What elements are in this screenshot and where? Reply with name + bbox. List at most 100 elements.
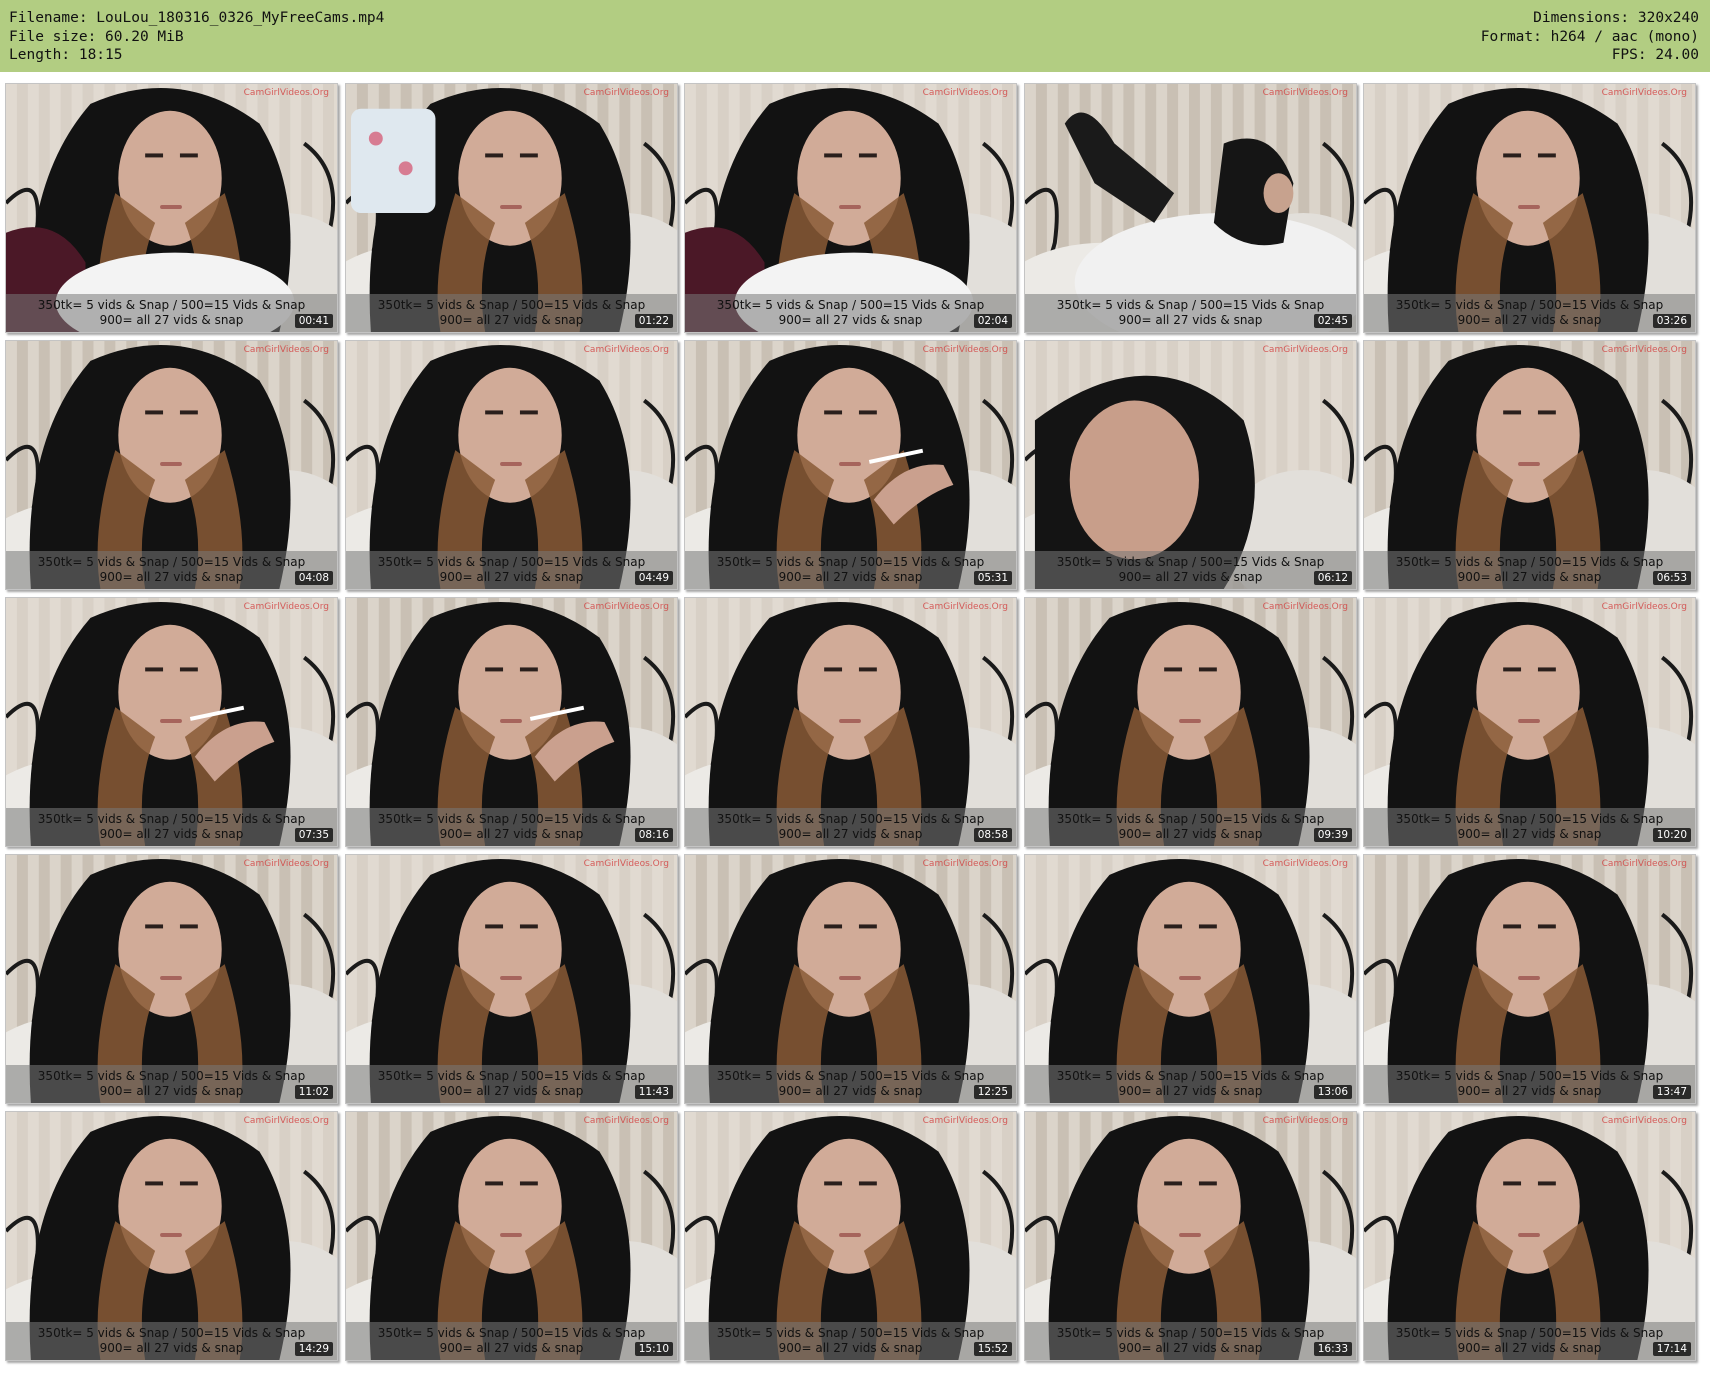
caption-overlay: 350tk= 5 vids & Snap / 500=15 Vids & Sna… <box>346 294 677 332</box>
fps-text: FPS: 24.00 <box>1611 47 1699 63</box>
timestamp-badge: 13:47 <box>1652 1085 1691 1099</box>
watermark-text: CamGirlVideos.Org <box>922 602 1008 612</box>
watermark-text: CamGirlVideos.Org <box>243 602 329 612</box>
caption-overlay: 350tk= 5 vids & Snap / 500=15 Vids & Sna… <box>1025 808 1356 846</box>
timestamp-badge: 11:02 <box>294 1085 333 1099</box>
caption-overlay: 350tk= 5 vids & Snap / 500=15 Vids & Sna… <box>685 1322 1016 1360</box>
thumbnail: CamGirlVideos.Org 350tk= 5 vids & Snap / … <box>1363 597 1696 847</box>
caption-overlay: 350tk= 5 vids & Snap / 500=15 Vids & Sna… <box>6 1065 337 1103</box>
caption-overlay: 350tk= 5 vids & Snap / 500=15 Vids & Sna… <box>6 808 337 846</box>
timestamp-badge: 10:20 <box>1652 828 1691 842</box>
caption-line-1: 350tk= 5 vids & Snap / 500=15 Vids & Sna… <box>37 1326 306 1340</box>
caption-overlay: 350tk= 5 vids & Snap / 500=15 Vids & Sna… <box>685 808 1016 846</box>
watermark-text: CamGirlVideos.Org <box>243 1116 329 1126</box>
thumbnail: CamGirlVideos.Org 350tk= 5 vids & Snap / … <box>684 597 1017 847</box>
thumbnail: CamGirlVideos.Org 350tk= 5 vids & Snap / … <box>5 597 338 847</box>
caption-line-1: 350tk= 5 vids & Snap / 500=15 Vids & Sna… <box>1395 555 1664 569</box>
caption-overlay: 350tk= 5 vids & Snap / 500=15 Vids & Sna… <box>1364 808 1695 846</box>
caption-overlay: 350tk= 5 vids & Snap / 500=15 Vids & Sna… <box>1364 294 1695 332</box>
watermark-text: CamGirlVideos.Org <box>1601 602 1687 612</box>
timestamp-badge: 09:39 <box>1313 828 1352 842</box>
caption-line-1: 350tk= 5 vids & Snap / 500=15 Vids & Sna… <box>37 555 306 569</box>
caption-overlay: 350tk= 5 vids & Snap / 500=15 Vids & Sna… <box>685 551 1016 589</box>
watermark-text: CamGirlVideos.Org <box>243 859 329 869</box>
caption-line-1: 350tk= 5 vids & Snap / 500=15 Vids & Sna… <box>1395 298 1664 312</box>
caption-overlay: 350tk= 5 vids & Snap / 500=15 Vids & Sna… <box>346 1322 677 1360</box>
timestamp-badge: 08:16 <box>634 828 673 842</box>
filesize-text: File size: 60.20 MiB <box>9 28 184 45</box>
watermark-text: CamGirlVideos.Org <box>922 859 1008 869</box>
length-text: Length: 18:15 <box>9 47 123 63</box>
thumbnail: CamGirlVideos.Org 350tk= 5 vids & Snap / … <box>684 83 1017 333</box>
thumbnail: CamGirlVideos.Org 350tk= 5 vids & Snap / … <box>684 340 1017 590</box>
caption-line-1: 350tk= 5 vids & Snap / 500=15 Vids & Sna… <box>1056 298 1325 312</box>
thumbnail: CamGirlVideos.Org 350tk= 5 vids & Snap / … <box>345 854 678 1104</box>
caption-line-1: 350tk= 5 vids & Snap / 500=15 Vids & Sna… <box>377 812 646 826</box>
caption-line-2: 900= all 27 vids & snap <box>1118 313 1263 327</box>
timestamp-badge: 05:31 <box>973 571 1012 585</box>
caption-line-1: 350tk= 5 vids & Snap / 500=15 Vids & Sna… <box>1056 1326 1325 1340</box>
thumbnail: CamGirlVideos.Org 350tk= 5 vids & Snap / … <box>345 83 678 333</box>
watermark-text: CamGirlVideos.Org <box>1601 88 1687 98</box>
watermark-text: CamGirlVideos.Org <box>583 859 669 869</box>
caption-line-2: 900= all 27 vids & snap <box>439 1084 584 1098</box>
caption-line-2: 900= all 27 vids & snap <box>778 570 923 584</box>
watermark-text: CamGirlVideos.Org <box>922 1116 1008 1126</box>
watermark-text: CamGirlVideos.Org <box>1601 1116 1687 1126</box>
thumbnail: CamGirlVideos.Org 350tk= 5 vids & Snap / … <box>1024 597 1357 847</box>
thumbnail: CamGirlVideos.Org 350tk= 5 vids & Snap / … <box>1363 854 1696 1104</box>
caption-overlay: 350tk= 5 vids & Snap / 500=15 Vids & Sna… <box>1025 1322 1356 1360</box>
caption-line-1: 350tk= 5 vids & Snap / 500=15 Vids & Sna… <box>1395 812 1664 826</box>
watermark-text: CamGirlVideos.Org <box>1262 88 1348 98</box>
caption-line-1: 350tk= 5 vids & Snap / 500=15 Vids & Sna… <box>377 298 646 312</box>
caption-overlay: 350tk= 5 vids & Snap / 500=15 Vids & Sna… <box>6 551 337 589</box>
file-info: Filename: LouLou_180316_0326_MyFreeCams.… <box>9 9 384 65</box>
timestamp-badge: 13:06 <box>1313 1085 1352 1099</box>
timestamp-badge: 01:22 <box>634 314 673 328</box>
caption-line-2: 900= all 27 vids & snap <box>778 827 923 841</box>
caption-line-2: 900= all 27 vids & snap <box>1457 827 1602 841</box>
caption-line-2: 900= all 27 vids & snap <box>99 827 244 841</box>
watermark-text: CamGirlVideos.Org <box>243 345 329 355</box>
media-info: Dimensions: 320x240 Format: h264 / aac (… <box>1481 9 1699 65</box>
thumbnail: CamGirlVideos.Org 350tk= 5 vids & Snap / … <box>684 1111 1017 1361</box>
caption-line-1: 350tk= 5 vids & Snap / 500=15 Vids & Sna… <box>716 812 985 826</box>
caption-overlay: 350tk= 5 vids & Snap / 500=15 Vids & Sna… <box>1025 1065 1356 1103</box>
timestamp-badge: 06:53 <box>1652 571 1691 585</box>
caption-line-2: 900= all 27 vids & snap <box>439 313 584 327</box>
caption-line-1: 350tk= 5 vids & Snap / 500=15 Vids & Sna… <box>37 298 306 312</box>
caption-overlay: 350tk= 5 vids & Snap / 500=15 Vids & Sna… <box>6 1322 337 1360</box>
thumbnail: CamGirlVideos.Org 350tk= 5 vids & Snap / … <box>684 854 1017 1104</box>
caption-line-1: 350tk= 5 vids & Snap / 500=15 Vids & Sna… <box>716 555 985 569</box>
watermark-text: CamGirlVideos.Org <box>583 602 669 612</box>
caption-overlay: 350tk= 5 vids & Snap / 500=15 Vids & Sna… <box>346 1065 677 1103</box>
filename-text: Filename: LouLou_180316_0326_MyFreeCams.… <box>9 10 385 26</box>
timestamp-badge: 07:35 <box>294 828 333 842</box>
caption-line-2: 900= all 27 vids & snap <box>1118 1084 1263 1098</box>
watermark-text: CamGirlVideos.Org <box>583 88 669 98</box>
caption-overlay: 350tk= 5 vids & Snap / 500=15 Vids & Sna… <box>346 808 677 846</box>
caption-line-2: 900= all 27 vids & snap <box>778 1341 923 1355</box>
thumbnail: CamGirlVideos.Org 350tk= 5 vids & Snap / … <box>1363 83 1696 333</box>
caption-overlay: 350tk= 5 vids & Snap / 500=15 Vids & Sna… <box>1364 1322 1695 1360</box>
caption-line-2: 900= all 27 vids & snap <box>1118 827 1263 841</box>
caption-line-1: 350tk= 5 vids & Snap / 500=15 Vids & Sna… <box>1056 812 1325 826</box>
timestamp-badge: 02:04 <box>973 314 1012 328</box>
caption-line-2: 900= all 27 vids & snap <box>99 1084 244 1098</box>
timestamp-badge: 00:41 <box>294 314 333 328</box>
thumbnail: CamGirlVideos.Org 350tk= 5 vids & Snap / … <box>345 340 678 590</box>
timestamp-badge: 17:14 <box>1652 1342 1691 1356</box>
caption-overlay: 350tk= 5 vids & Snap / 500=15 Vids & Sna… <box>6 294 337 332</box>
caption-line-2: 900= all 27 vids & snap <box>99 313 244 327</box>
caption-line-2: 900= all 27 vids & snap <box>1118 1341 1263 1355</box>
watermark-text: CamGirlVideos.Org <box>1262 602 1348 612</box>
timestamp-badge: 03:26 <box>1652 314 1691 328</box>
caption-line-1: 350tk= 5 vids & Snap / 500=15 Vids & Sna… <box>716 1326 985 1340</box>
watermark-text: CamGirlVideos.Org <box>243 88 329 98</box>
watermark-text: CamGirlVideos.Org <box>583 1116 669 1126</box>
timestamp-badge: 04:49 <box>634 571 673 585</box>
thumbnail: CamGirlVideos.Org 350tk= 5 vids & Snap / … <box>1363 340 1696 590</box>
caption-line-2: 900= all 27 vids & snap <box>778 313 923 327</box>
caption-line-1: 350tk= 5 vids & Snap / 500=15 Vids & Sna… <box>716 298 985 312</box>
timestamp-badge: 12:25 <box>973 1085 1012 1099</box>
